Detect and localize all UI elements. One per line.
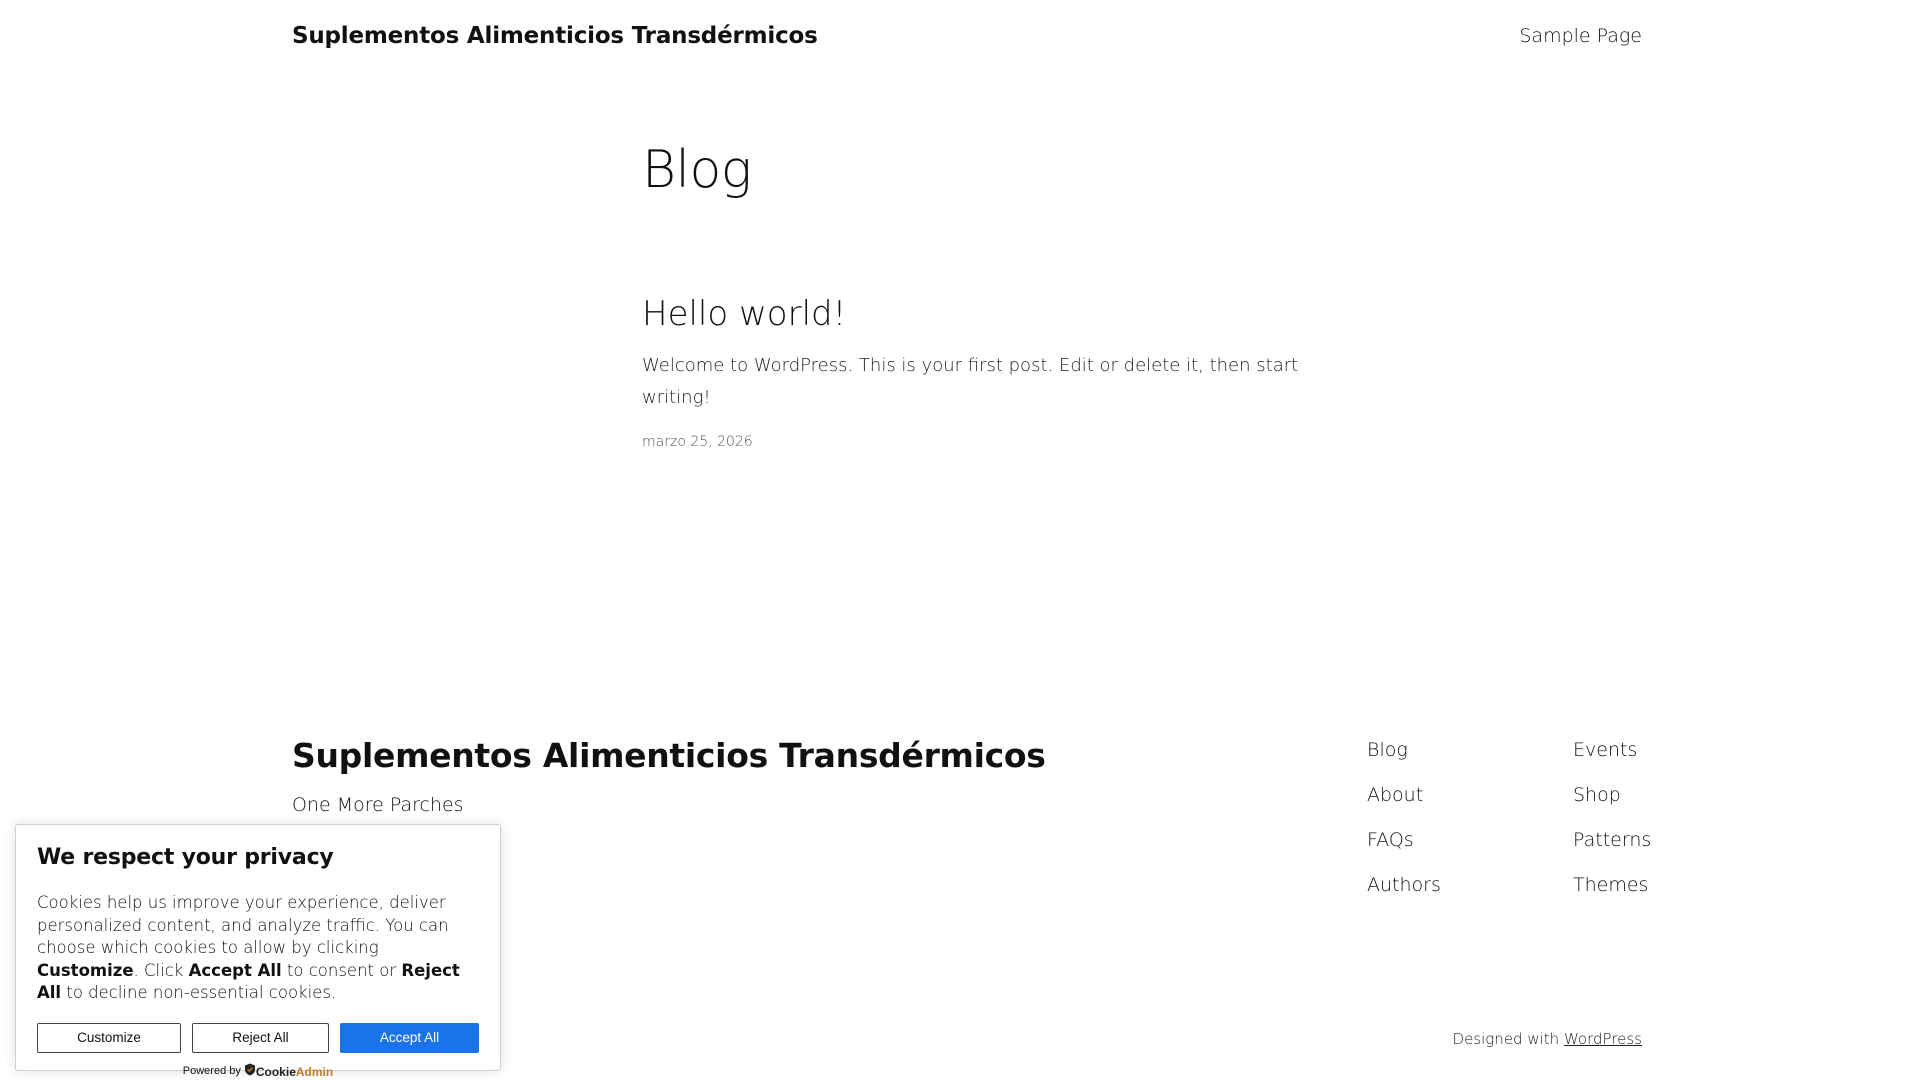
- footer-nav-themes[interactable]: Themes: [1573, 865, 1651, 910]
- cookie-banner-title: We respect your privacy: [37, 845, 334, 870]
- cookieadmin-brand-part-2: Admin: [295, 1064, 334, 1079]
- page-title: Blog: [642, 140, 752, 200]
- post-item: Hello world! Welcome to WordPress. This …: [642, 290, 1342, 450]
- site-header: Suplementos Alimenticios Transdérmicos S…: [292, 18, 1642, 54]
- footer-tagline: One More Parches: [292, 794, 464, 816]
- cookie-text-part-4: to decline non-essential cookies.: [66, 983, 337, 1002]
- footer-nav-column-1: Blog About FAQs Authors: [1367, 730, 1441, 910]
- powered-by-label: Powered by: [182, 1064, 241, 1077]
- nav-item-sample-page[interactable]: Sample Page: [1519, 25, 1642, 47]
- footer-nav-shop[interactable]: Shop: [1573, 775, 1651, 820]
- post-title-link[interactable]: Hello world!: [642, 294, 846, 334]
- cookieadmin-brand-part-1: Cookie: [255, 1064, 296, 1079]
- main-content: Blog Hello world! Welcome to WordPress. …: [642, 130, 1342, 450]
- footer-nav-column-2: Events Shop Patterns Themes: [1573, 730, 1651, 910]
- footer-nav-blog[interactable]: Blog: [1367, 730, 1441, 775]
- footer-site-title-link[interactable]: Suplementos Alimenticios Transdérmicos: [292, 736, 1046, 775]
- customize-button[interactable]: Customize: [37, 1022, 181, 1053]
- cookie-text-bold-accept: Accept All: [188, 960, 282, 980]
- shield-icon: [244, 1063, 255, 1075]
- cookie-text-part-2: . Click: [133, 960, 184, 980]
- cookie-text-part-1: Cookies help us improve your experience,…: [37, 893, 449, 957]
- footer-nav-about[interactable]: About: [1367, 775, 1441, 820]
- header-nav: Sample Page: [1519, 25, 1642, 47]
- cookieadmin-logo-link[interactable]: CookieAdmin: [244, 1063, 333, 1079]
- footer-nav-authors[interactable]: Authors: [1367, 865, 1441, 910]
- post-date: marzo 25, 2026: [642, 434, 753, 450]
- post-title: Hello world!: [642, 290, 1342, 338]
- accept-all-button[interactable]: Accept All: [339, 1022, 479, 1053]
- site-title-link[interactable]: Suplementos Alimenticios Transdérmicos: [292, 23, 818, 49]
- cookie-button-row: Customize Reject All Accept All: [37, 1022, 479, 1053]
- credits-prefix: Designed with: [1452, 1030, 1560, 1048]
- footer-nav-patterns[interactable]: Patterns: [1573, 820, 1651, 865]
- footer-nav-events[interactable]: Events: [1573, 730, 1651, 775]
- cookie-consent-banner: We respect your privacy Cookies help us …: [15, 824, 501, 1079]
- footer-nav-faqs[interactable]: FAQs: [1367, 820, 1441, 865]
- footer-credits: Designed with WordPress: [1453, 1030, 1642, 1048]
- cookie-text-bold-customize: Customize: [37, 960, 134, 980]
- post-excerpt: Welcome to WordPress. This is your first…: [642, 355, 1299, 408]
- cookie-text-part-3: to consent or: [286, 960, 397, 980]
- wordpress-link[interactable]: WordPress: [1564, 1030, 1642, 1048]
- powered-by: Powered by CookieAdmin: [37, 1063, 479, 1079]
- reject-all-button[interactable]: Reject All: [191, 1022, 329, 1053]
- cookie-banner-text: Cookies help us improve your experience,…: [37, 892, 479, 1005]
